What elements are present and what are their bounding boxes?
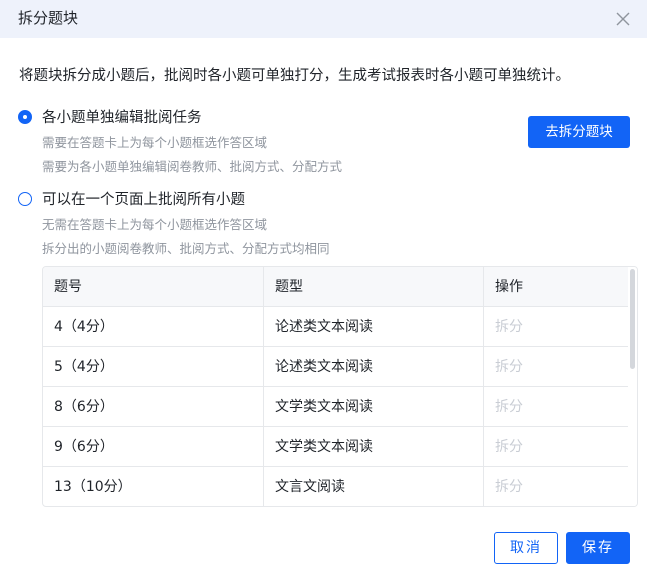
question-number: 9（6分） bbox=[54, 439, 114, 455]
split-action-link: 拆分 bbox=[483, 307, 629, 346]
table-row: 9（6分） 文学类文本阅读 拆分 bbox=[43, 427, 629, 467]
table-row: 13（10分） 文言文阅读 拆分 bbox=[43, 467, 629, 506]
radio-single-page[interactable] bbox=[18, 192, 32, 206]
option-description: 拆分出的小题阅卷教师、批阅方式、分配方式均相同 bbox=[42, 241, 330, 256]
table-row: 4（4分） 论述类文本阅读 拆分 bbox=[43, 307, 629, 347]
option-description: 无需在答题卡上为每个小题框选作答区域 bbox=[42, 217, 268, 232]
table-row: 5（4分） 论述类文本阅读 拆分 bbox=[43, 347, 629, 387]
split-question-dialog: 拆分题块 将题块拆分成小题后，批阅时各小题可单独打分，生成考试报表时各小题可单独… bbox=[0, 0, 647, 576]
question-number: 4（4分） bbox=[54, 319, 114, 335]
go-split-button[interactable]: 去拆分题块 bbox=[528, 116, 630, 148]
option-label[interactable]: 各小题单独编辑批阅任务 bbox=[42, 108, 202, 128]
split-action-link: 拆分 bbox=[483, 387, 629, 426]
question-type: 论述类文本阅读 bbox=[263, 347, 483, 386]
question-number: 8（6分） bbox=[54, 399, 114, 415]
close-icon[interactable] bbox=[611, 7, 635, 31]
question-type: 文学类文本阅读 bbox=[263, 427, 483, 466]
question-number: 5（4分） bbox=[54, 359, 114, 375]
intro-text: 将题块拆分成小题后，批阅时各小题可单独打分，生成考试报表时各小题可单独统计。 bbox=[19, 68, 570, 84]
question-number: 13（10分） bbox=[54, 479, 132, 495]
option-description: 需要为各小题单独编辑阅卷教师、批阅方式、分配方式 bbox=[42, 159, 343, 174]
table-header-row: 题号 题型 操作 bbox=[43, 267, 629, 307]
scrollbar-thumb[interactable] bbox=[630, 269, 635, 369]
question-type: 文学类文本阅读 bbox=[263, 387, 483, 426]
option-description: 需要在答题卡上为每个小题框选作答区域 bbox=[42, 135, 268, 150]
cancel-button[interactable]: 取消 bbox=[494, 532, 558, 564]
radio-separate-tasks[interactable] bbox=[18, 110, 32, 124]
option-label[interactable]: 可以在一个页面上批阅所有小题 bbox=[42, 190, 245, 210]
dialog-header: 拆分题块 bbox=[0, 0, 647, 38]
split-action-link: 拆分 bbox=[483, 427, 629, 466]
split-action-link: 拆分 bbox=[483, 347, 629, 386]
table-scrollbar[interactable] bbox=[628, 267, 637, 506]
question-type: 文言文阅读 bbox=[263, 467, 483, 506]
questions-table[interactable]: 题号 题型 操作 4（4分） 论述类文本阅读 拆分 5（4分） 论述类文本阅读 … bbox=[42, 266, 638, 507]
table-row: 8（6分） 文学类文本阅读 拆分 bbox=[43, 387, 629, 427]
column-header-type: 题型 bbox=[263, 267, 483, 306]
column-header-action: 操作 bbox=[483, 267, 629, 306]
column-header-number: 题号 bbox=[54, 279, 82, 295]
dialog-title: 拆分题块 bbox=[18, 9, 79, 27]
split-action-link: 拆分 bbox=[483, 467, 629, 506]
save-button[interactable]: 保存 bbox=[566, 532, 630, 564]
question-type: 论述类文本阅读 bbox=[263, 307, 483, 346]
